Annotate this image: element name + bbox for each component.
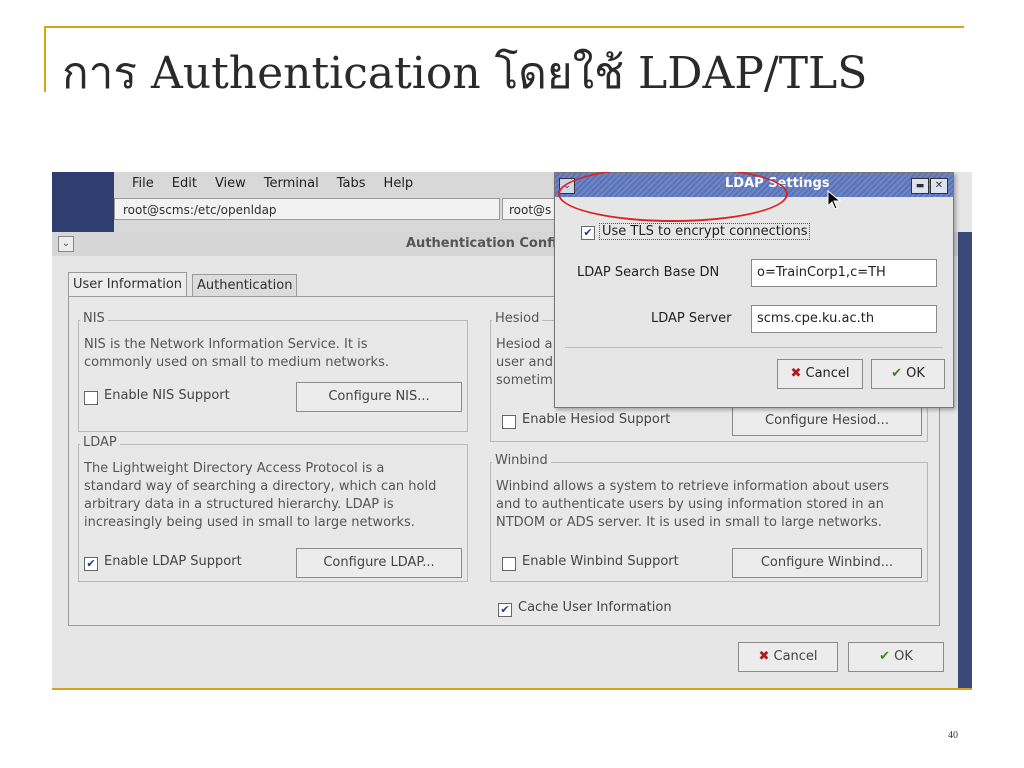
- tab-authentication[interactable]: Authentication: [192, 274, 298, 298]
- winbind-description: and to authenticate users by using infor…: [496, 497, 884, 512]
- desktop-background: [52, 172, 114, 236]
- configure-winbind-button[interactable]: Configure Winbind...: [732, 548, 922, 578]
- ldap-cancel-button[interactable]: ✖ Cancel: [777, 359, 863, 389]
- base-dn-field[interactable]: o=TrainCorp1,c=TH: [751, 259, 937, 287]
- ldap-ok-button[interactable]: ✔ OK: [871, 359, 945, 389]
- ldap-description: increasingly being used in small to larg…: [84, 515, 415, 530]
- menu-tabs[interactable]: Tabs: [337, 176, 366, 191]
- bottom-rule: [52, 688, 972, 690]
- collapse-icon[interactable]: ⌄: [58, 236, 74, 252]
- hesiod-description: user and: [496, 355, 553, 370]
- tls-checkbox[interactable]: ✔: [581, 226, 595, 240]
- menu-terminal[interactable]: Terminal: [264, 176, 319, 191]
- hesiod-description: sometim: [496, 373, 553, 388]
- ldap-ok-label: OK: [906, 366, 925, 381]
- cancel-icon: ✖: [790, 366, 802, 381]
- cancel-button-label: Cancel: [773, 649, 818, 664]
- nis-description: commonly used on small to medium network…: [84, 355, 389, 370]
- title-rule: [44, 26, 964, 28]
- configure-hesiod-button[interactable]: Configure Hesiod...: [732, 406, 922, 436]
- menu-help[interactable]: Help: [384, 176, 414, 191]
- nis-checkbox-label: Enable NIS Support: [104, 388, 230, 403]
- ldap-description: The Lightweight Directory Access Protoco…: [84, 461, 385, 476]
- winbind-description: Winbind allows a system to retrieve info…: [496, 479, 889, 494]
- menu-view[interactable]: View: [215, 176, 246, 191]
- ok-button-label: OK: [894, 649, 913, 664]
- nis-group-label: NIS: [80, 311, 108, 326]
- winbind-checkbox-label: Enable Winbind Support: [522, 554, 679, 569]
- terminal-tab-1[interactable]: root@scms:/etc/openldap: [114, 198, 500, 220]
- winbind-group-label: Winbind: [492, 453, 551, 468]
- auth-window-title: Authentication Confi: [406, 236, 557, 251]
- tls-checkbox-label: Use TLS to encrypt connections: [599, 223, 811, 240]
- nis-description: NIS is the Network Information Service. …: [84, 337, 368, 352]
- title-side-rule: [44, 26, 46, 92]
- hesiod-description: Hesiod a: [496, 337, 553, 352]
- close-icon[interactable]: ✕: [930, 178, 948, 194]
- configure-ldap-button[interactable]: Configure LDAP...: [296, 548, 462, 578]
- tab-user-information[interactable]: User Information: [68, 272, 188, 297]
- server-field[interactable]: scms.cpe.ku.ac.th: [751, 305, 937, 333]
- ldap-description: arbitrary data in a structured hierarchy…: [84, 497, 394, 512]
- winbind-checkbox[interactable]: [502, 557, 516, 571]
- ldap-group-label: LDAP: [80, 435, 120, 450]
- mouse-pointer-icon: [827, 190, 842, 210]
- ok-button[interactable]: ✔ OK: [848, 642, 944, 672]
- cancel-icon: ✖: [758, 649, 770, 664]
- ldap-description: standard way of searching a directory, w…: [84, 479, 437, 494]
- nis-checkbox[interactable]: [84, 391, 98, 405]
- ok-icon: ✔: [891, 366, 902, 381]
- winbind-description: NTDOM or ADS server. It is used in small…: [496, 515, 882, 530]
- cache-checkbox-label: Cache User Information: [518, 600, 672, 615]
- ok-icon: ✔: [879, 649, 890, 664]
- hesiod-group-label: Hesiod: [492, 311, 543, 326]
- cancel-button[interactable]: ✖ Cancel: [738, 642, 838, 672]
- ldap-checkbox[interactable]: ✔: [84, 557, 98, 571]
- minimize-icon[interactable]: ▬: [911, 178, 929, 194]
- ldap-cancel-label: Cancel: [805, 366, 850, 381]
- slide-title: การ Authentication โดยใช้ LDAP/TLS: [62, 48, 868, 99]
- desktop-edge: [958, 232, 972, 688]
- base-dn-label: LDAP Search Base DN: [577, 265, 720, 280]
- screenshot-area: File Edit View Terminal Tabs Help root@s…: [52, 172, 972, 688]
- cache-checkbox[interactable]: ✔: [498, 603, 512, 617]
- hesiod-checkbox-label: Enable Hesiod Support: [522, 412, 671, 427]
- page-number: 40: [948, 730, 958, 741]
- menu-file[interactable]: File: [132, 176, 154, 191]
- hesiod-checkbox[interactable]: [502, 415, 516, 429]
- dialog-separator: [565, 347, 943, 348]
- configure-nis-button[interactable]: Configure NIS...: [296, 382, 462, 412]
- menu-edit[interactable]: Edit: [172, 176, 197, 191]
- ldap-checkbox-label: Enable LDAP Support: [104, 554, 242, 569]
- server-label: LDAP Server: [651, 311, 732, 326]
